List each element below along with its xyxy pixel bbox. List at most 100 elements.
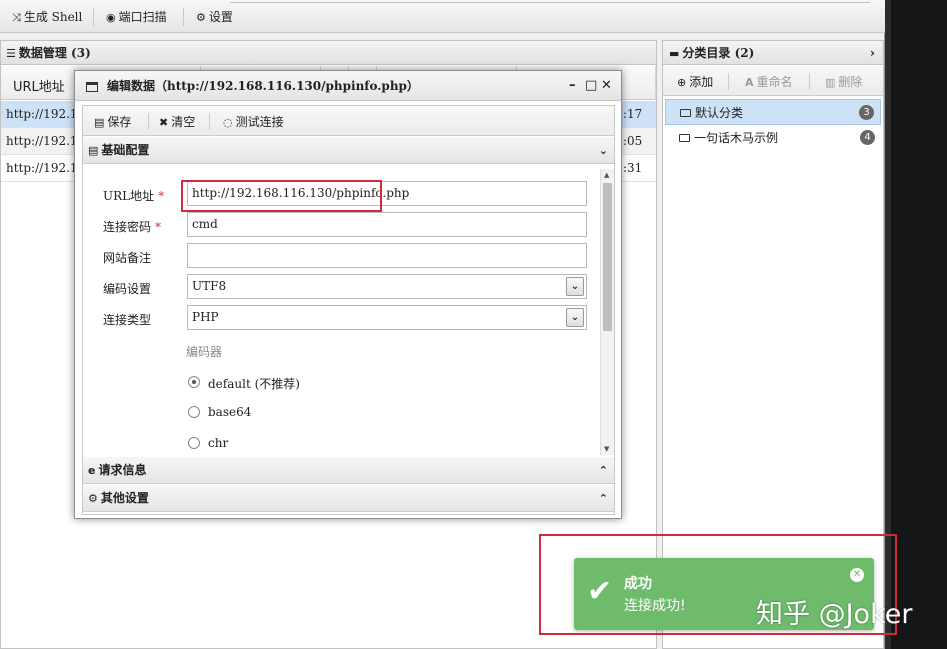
category-toolbar: ⊕ 添加 A 重命名 ▥ 删除 [663,66,883,96]
dialog-titlebar[interactable]: 编辑数据（http://192.168.116.130/phpinfo.php）… [75,71,621,101]
ie-icon: e [88,464,96,477]
scroll-down-icon[interactable]: ▼ [604,445,609,453]
watermark: 知乎 @Joker [756,599,913,630]
chevron-down-icon: ⌄ [566,308,584,327]
generate-shell-button[interactable]: ⤨ 生成 Shell [12,6,82,28]
password-label-text: 连接密码 [103,220,152,234]
chevron-down-icon: ⌄ [566,277,584,296]
encoder-label: 编码器 [186,345,223,359]
collapse-panel-icon[interactable]: › [870,41,875,65]
row-time: :31 [623,161,643,175]
rename-category-button[interactable]: A 重命名 [745,73,793,90]
section-basic-title: 基础配置 [101,143,150,157]
type-label: 连接类型 [103,313,152,327]
delete-category-label: 删除 [838,75,863,89]
save-button[interactable]: ▤ 保存 [94,113,131,130]
gear-icon: ⚙ [196,11,206,24]
test-connection-label: 测试连接 [235,115,284,129]
category-item-label: 默认分类 [695,106,744,120]
folder-icon: ▬ [669,47,680,60]
category-count-badge: 4 [860,130,875,145]
type-value: PHP [192,310,219,324]
section-other-title: 其他设置 [100,491,149,505]
encoder-default-label: default (不推荐) [208,377,300,391]
category-item-webshell-examples[interactable]: 一句话木马示例 4 [665,125,881,151]
section-other-settings[interactable]: ⚙ 其他设置 ⌃ [83,485,614,512]
category-panel-title: 分类目录 (2) [682,46,755,60]
required-mark: * [158,189,165,203]
eye-icon: ◉ [106,11,116,24]
plus-circle-icon: ⊕ [677,76,687,89]
save-icon: ▤ [94,116,105,129]
category-count-badge: 3 [859,105,874,120]
scroll-thumb[interactable] [603,183,612,331]
toolbar-divider [183,8,184,26]
file-icon: ▤ [88,144,99,157]
dialog-title: 编辑数据（http://192.168.116.130/phpinfo.php） [107,79,419,93]
edit-data-dialog: 编辑数据（http://192.168.116.130/phpinfo.php）… [74,70,622,519]
clear-button[interactable]: ✖ 清空 [159,113,195,130]
encoding-label: 编码设置 [103,282,152,296]
encoding-select[interactable]: UTF8 ⌄ [187,274,587,299]
clear-label: 清空 [171,115,196,129]
port-scan-label: 端口扫描 [118,10,167,24]
maximize-icon[interactable]: □ [585,71,597,101]
row-time: :05 [623,134,643,148]
encoder-chr-label: chr [208,436,229,450]
column-url-title: URL地址 [13,80,65,95]
list-icon: ☰ [6,47,16,60]
required-mark: * [155,220,162,234]
toolbar-divider [809,73,810,90]
tab-strip-edge [230,0,870,3]
add-category-label: 添加 [689,75,714,89]
test-connection-button[interactable]: ◌ 测试连接 [223,113,284,130]
chevron-up-icon: ⌃ [598,492,608,505]
category-item-default[interactable]: 默认分类 3 [665,99,881,125]
type-select[interactable]: PHP ⌄ [187,305,587,330]
rename-category-label: 重命名 [756,75,793,89]
dialog-body: ▤ 保存 ✖ 清空 ◌ 测试连接 ▤ 基础配置 ⌄ URL地址 * http://192.… [82,105,615,515]
encoder-base64-label: base64 [208,405,252,419]
save-label: 保存 [107,115,132,129]
folder-icon [679,134,690,142]
section-basic-config[interactable]: ▤ 基础配置 ⌄ [83,137,614,164]
font-icon: A [745,76,754,89]
toolbar-divider [93,8,94,26]
add-category-button[interactable]: ⊕ 添加 [677,73,713,90]
settings-button[interactable]: ⚙ 设置 [196,6,233,28]
toolbar-divider [148,113,149,130]
form-scrollbar[interactable]: ▲ ▼ [600,169,614,455]
x-icon: ✖ [159,116,169,129]
encoder-base64-radio[interactable] [188,406,200,418]
category-item-label: 一句话木马示例 [694,131,779,145]
data-panel-title: 数据管理 (3) [18,46,91,60]
row-time: :17 [623,107,643,121]
spinner-icon: ◌ [223,116,233,129]
url-label-text: URL地址 [103,189,155,203]
encoder-chr-radio[interactable] [188,437,200,449]
data-panel-header: ☰ 数据管理 (3) [1,41,656,65]
password-label: 连接密码 * [103,218,161,235]
minimize-icon[interactable]: – [569,71,576,101]
url-label: URL地址 * [103,187,164,204]
encoder-default-radio[interactable] [188,376,200,388]
shuffle-icon: ⤨ [12,11,21,24]
category-panel-header: ▬ 分类目录 (2) › [663,41,883,65]
folder-icon [680,109,691,117]
port-scan-button[interactable]: ◉ 端口扫描 [106,6,167,28]
toolbar-divider [209,113,210,130]
section-request-info[interactable]: e 请求信息 ⌃ [83,457,614,484]
main-toolbar: ⤨ 生成 Shell ◉ 端口扫描 ⚙ 设置 [0,0,885,33]
chevron-down-icon: ⌄ [598,144,608,157]
delete-category-button[interactable]: ▥ 删除 [825,73,862,90]
scroll-up-icon[interactable]: ▲ [604,171,609,179]
encoding-value: UTF8 [192,279,227,293]
close-icon[interactable]: ✕ [601,71,612,101]
gears-icon: ⚙ [88,492,98,505]
generate-shell-label: 生成 Shell [23,10,83,24]
settings-label: 设置 [208,10,233,24]
section-request-title: 请求信息 [98,463,147,477]
password-field[interactable]: cmd [187,212,587,237]
note-field[interactable] [187,243,587,268]
toolbar-divider [728,73,729,90]
